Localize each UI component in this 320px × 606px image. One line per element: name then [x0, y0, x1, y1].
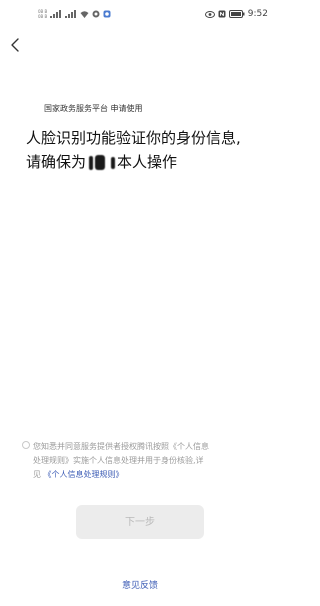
carrier-label: 0B B 0B B: [38, 9, 47, 19]
headline-suffix: 本人操作: [117, 153, 178, 171]
agreement-line-3: 见 《个人信息处理规则》: [33, 468, 262, 482]
agreement-line-1: 您知悉并同意服务提供者授权腾讯按照《个人信息: [33, 442, 209, 451]
wifi-icon: [80, 11, 89, 18]
page-title: 人脸识别功能验证你的身份信息, 请确保为 本人操作: [26, 126, 266, 174]
status-right: 9:52: [204, 9, 268, 19]
status-bar: 0B B 0B B 9:52: [0, 0, 280, 30]
agree-radio-button[interactable]: [22, 441, 30, 449]
face-verification-page: 0B B 0B B 9:52 国家政务服务平台 申请使用 人脸识别功能验证你的身…: [0, 0, 280, 606]
feedback-link[interactable]: 意见反馈: [0, 578, 280, 591]
eye-icon: [204, 10, 215, 18]
agreement-line-2: 处理规则》实施个人信息处理并用于身份核验,详: [33, 456, 204, 465]
message-icon: [92, 10, 100, 18]
headline-line-1: 人脸识别功能验证你的身份信息,: [26, 129, 241, 147]
status-left: 0B B 0B B: [38, 9, 111, 19]
agreement-line-3-prefix: 见: [33, 470, 41, 479]
app-notification-icon: [103, 10, 111, 18]
agreement-text: 您知悉并同意服务提供者授权腾讯按照《个人信息 处理规则》实施个人信息处理并用于身…: [22, 440, 262, 482]
masked-name-blot-3: [111, 156, 116, 169]
headline-prefix: 请确保为: [26, 153, 87, 171]
masked-name-blot-2: [95, 155, 106, 170]
carrier-bottom: 0B B: [38, 14, 48, 19]
next-step-button[interactable]: 下一步: [76, 505, 204, 539]
battery-icon: [228, 10, 245, 18]
privacy-rules-link[interactable]: 《个人信息处理规则》: [44, 470, 124, 479]
privacy-agreement: 您知悉并同意服务提供者授权腾讯按照《个人信息 处理规则》实施个人信息处理并用于身…: [22, 440, 262, 482]
nfc-icon: [218, 10, 226, 18]
masked-name-blot: [89, 155, 94, 170]
back-button[interactable]: [8, 36, 24, 54]
signal-icon: [50, 10, 62, 18]
clock-time: 9:52: [247, 9, 268, 19]
headline-line-2: 请确保为 本人操作: [26, 150, 266, 174]
chevron-left-icon: [11, 38, 19, 52]
signal-icon-2: [65, 10, 77, 18]
requesting-platform: 国家政务服务平台 申请使用: [44, 104, 143, 113]
